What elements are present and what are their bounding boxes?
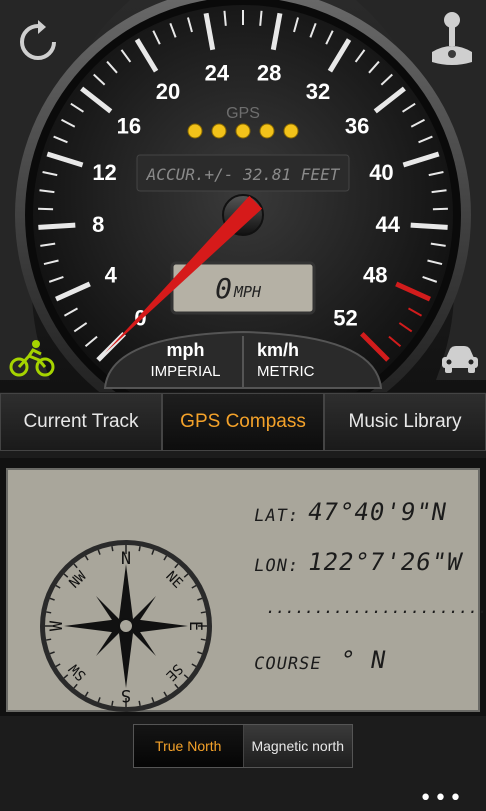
imperial-label: IMPERIAL: [150, 363, 220, 380]
scale-label: 32: [306, 79, 330, 104]
compass-s: S: [121, 685, 131, 705]
car-mode-button[interactable]: [430, 330, 486, 390]
tab-music-library[interactable]: Music Library: [324, 393, 486, 451]
minor-tick: [260, 11, 261, 26]
separator-dots: ..........................: [264, 598, 486, 617]
metric-unit: km/h: [257, 340, 299, 361]
gps-signal-dot: [236, 124, 250, 138]
scale-label: 44: [375, 212, 400, 237]
compass-tick: [201, 639, 206, 640]
joystick-icon: [428, 10, 476, 66]
metric-unit-button[interactable]: km/h METRIC: [243, 334, 347, 386]
compass-e: E: [185, 621, 205, 631]
true-north-button[interactable]: True North: [134, 725, 244, 767]
course-label: COURSE: [252, 654, 323, 674]
compass-lcd-panel: N S E W NE NW SE SW LAT: 47°40'9"N LON: …: [6, 468, 480, 712]
imperial-unit-button[interactable]: mph IMPERIAL: [128, 334, 243, 386]
scale-label: 16: [117, 114, 141, 139]
scale-label: 8: [92, 212, 104, 237]
bicycle-mode-button[interactable]: [2, 328, 62, 388]
compass-dial: N S E W NE NW SE SW: [36, 536, 216, 716]
gps-signal-dot: [284, 124, 298, 138]
lon-label: LON:: [252, 556, 300, 576]
scale-label: 40: [369, 160, 393, 185]
gps-signal-dot: [188, 124, 202, 138]
scale-label: 52: [333, 306, 357, 331]
scale-label: 28: [257, 60, 281, 85]
scale-label: 24: [205, 60, 230, 85]
refresh-button[interactable]: [8, 12, 68, 72]
compass-w: W: [47, 620, 67, 631]
compass-tick: [201, 612, 206, 613]
speed-value: 0: [215, 272, 232, 305]
compass-n: N: [121, 549, 131, 569]
scale-label: 48: [363, 263, 387, 288]
magnetic-north-button[interactable]: Magnetic north: [244, 725, 353, 767]
gps-label: GPS: [226, 105, 260, 122]
refresh-icon: [16, 20, 60, 64]
compass-tick: [139, 546, 140, 551]
compass-tick: [46, 639, 51, 640]
major-tick: [38, 225, 75, 227]
north-reference-toggle: True North Magnetic north: [133, 724, 353, 768]
lon-value: 122°7'26"W: [306, 548, 465, 576]
scale-label: 4: [105, 263, 118, 288]
tab-gps-compass[interactable]: GPS Compass: [162, 393, 324, 451]
gps-signal-dot: [212, 124, 226, 138]
lat-label: LAT:: [252, 506, 300, 526]
accuracy-text: ACCUR.+/- 32.81 FEET: [146, 165, 341, 184]
imperial-unit: mph: [167, 340, 205, 361]
car-icon: [440, 344, 480, 376]
tab-current-track[interactable]: Current Track: [0, 393, 162, 451]
metric-label: METRIC: [257, 363, 315, 380]
lat-value: 47°40'9"N: [306, 498, 450, 526]
course-value: ° N: [338, 646, 389, 674]
compass-tick: [112, 546, 113, 551]
more-options-button[interactable]: •••: [419, 786, 464, 811]
tab-bar: Current Track GPS Compass Music Library: [0, 393, 486, 451]
speed-unit: MPH: [233, 283, 262, 301]
major-tick: [411, 225, 448, 227]
minor-tick: [224, 11, 225, 26]
compass-tick: [46, 612, 51, 613]
compass-tick: [112, 701, 113, 706]
scale-label: 20: [156, 79, 180, 104]
gps-signal-dot: [260, 124, 274, 138]
speedometer-area: 0481216202428323640444852 GPS ACCUR.+/- …: [0, 0, 486, 392]
joystick-button[interactable]: [422, 8, 482, 68]
scale-label: 12: [92, 160, 116, 185]
scale-label: 36: [345, 114, 369, 139]
bicycle-icon: [9, 338, 55, 378]
compass-tick: [139, 701, 140, 706]
